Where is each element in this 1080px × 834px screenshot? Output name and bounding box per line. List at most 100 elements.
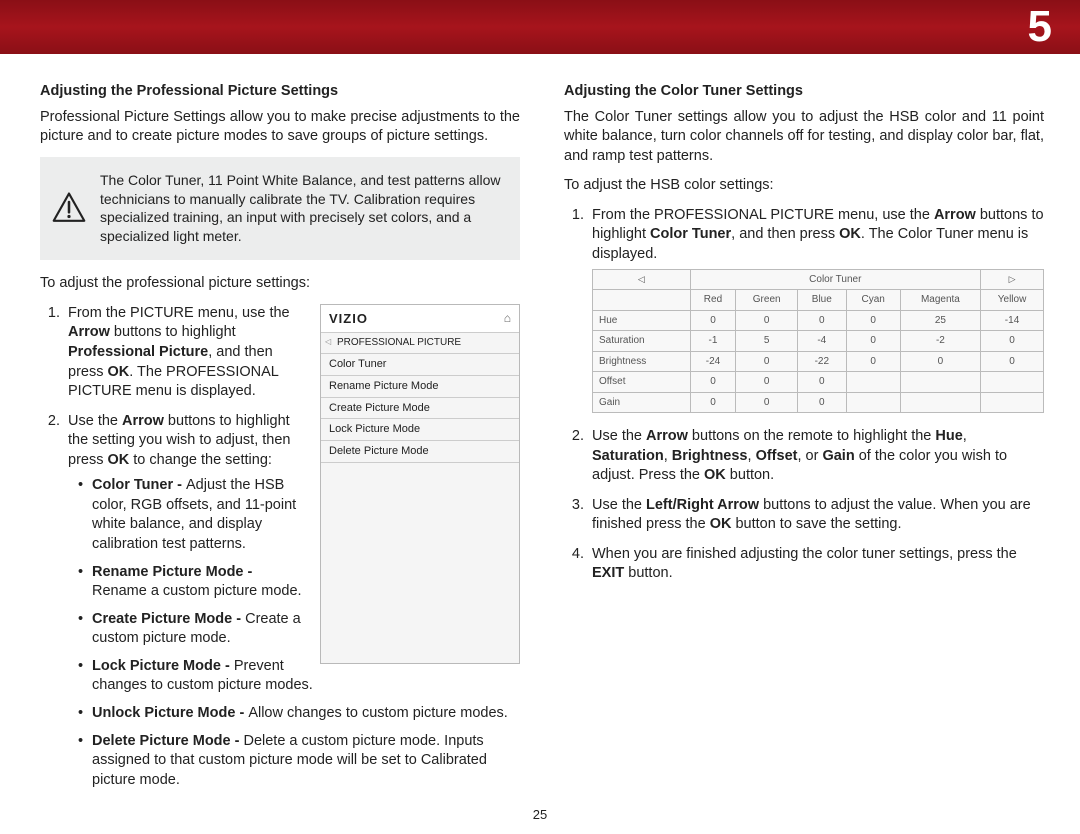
menu-item: Delete Picture Mode [321,441,519,463]
home-icon: ⌂ [504,310,511,326]
right-step-2: Use the Arrow buttons on the remote to h… [588,427,1044,486]
t: From the PROFESSIONAL PICTURE menu, use … [592,207,934,223]
ct-cell [900,372,980,393]
ct-cell: -4 [798,331,847,352]
kw: Left/Right Arrow [646,497,759,513]
ct-cell: -1 [690,331,736,352]
left-step-1: VIZIO ⌂ PROFESSIONAL PICTURE Color Tuner… [64,304,520,402]
kw: Hue [935,428,962,444]
bd: Rename a custom picture mode. [92,583,302,599]
kw: OK [710,516,732,532]
page-body: Adjusting the Professional Picture Setti… [0,54,1080,800]
ct-title: Color Tuner [690,269,980,290]
kw: Brightness [672,448,748,464]
ct-cell: 0 [846,351,900,372]
t: button. [624,565,672,581]
warning-callout: The Color Tuner, 11 Point White Balance,… [40,157,520,261]
right-step-3: Use the Left/Right Arrow buttons to adju… [588,496,1044,535]
menu-brand: VIZIO [329,310,368,328]
ct-cell: 0 [736,392,798,413]
right-step-4: When you are finished adjusting the colo… [588,545,1044,584]
ct-cell: 0 [981,351,1044,372]
ct-cell: 0 [846,331,900,352]
ct-cell: 0 [900,351,980,372]
bt: Lock Picture Mode - [92,658,234,674]
right-step-1: From the PROFESSIONAL PICTURE menu, use … [588,206,1044,413]
t: buttons to highlight [110,324,236,340]
ct-arrow-right-icon: ▷ [981,269,1044,290]
ct-cell: 0 [846,310,900,331]
kw: OK [704,467,726,483]
color-tuner-table: ◁ Color Tuner ▷ Red Green Blue Cyan Mage… [592,269,1044,414]
kw-arrow: Arrow [934,207,976,223]
kw: Offset [756,448,798,464]
warning-icon [52,191,86,225]
ct-cell: 0 [736,351,798,372]
bt: Color Tuner - [92,477,186,493]
right-heading: Adjusting the Color Tuner Settings [564,82,1044,102]
left-bullets: Color Tuner - Adjust the HSB color, RGB … [68,476,520,790]
right-column: Adjusting the Color Tuner Settings The C… [564,82,1044,800]
ct-cell: 0 [798,372,847,393]
ct-cell: 0 [981,331,1044,352]
chapter-number: 5 [1028,2,1052,52]
ct-cell: 0 [690,310,736,331]
bt: Unlock Picture Mode - [92,705,248,721]
menu-crumb: PROFESSIONAL PICTURE [321,333,519,354]
ct-cell: -2 [900,331,980,352]
ct-col: Blue [798,290,847,311]
ct-col: Yellow [981,290,1044,311]
kw-ok: OK [108,364,130,380]
ct-cell: -22 [798,351,847,372]
ct-cell: 0 [798,310,847,331]
bullet: Delete Picture Mode - Delete a custom pi… [78,732,520,791]
t: Use the [592,428,646,444]
ct-cell: 0 [736,372,798,393]
ct-cell: 25 [900,310,980,331]
t: button to save the setting. [731,516,901,532]
t: When you are finished adjusting the colo… [592,546,1017,562]
left-intro: Professional Picture Settings allow you … [40,108,520,147]
menu-item: Lock Picture Mode [321,419,519,441]
kw: EXIT [592,565,624,581]
bullet: Create Picture Mode - Create a custom pi… [78,610,520,649]
ct-cell: 0 [690,392,736,413]
ct-col: Red [690,290,736,311]
ct-arrow-left-icon: ◁ [593,269,691,290]
t: to change the setting: [129,452,272,468]
kw: Saturation [592,448,664,464]
t: Use the [592,497,646,513]
ct-cell [846,392,900,413]
ct-row-label: Saturation [593,331,691,352]
kw-arrow: Arrow [68,324,110,340]
kw: Arrow [646,428,688,444]
kw: Gain [822,448,854,464]
t: Use the [68,413,122,429]
t: button. [726,467,774,483]
t: , and then press [731,226,839,242]
ct-cell: 0 [690,372,736,393]
right-intro: The Color Tuner settings allow you to ad… [564,108,1044,167]
kw-ok: OK [839,226,861,242]
chapter-header: 5 [0,0,1080,54]
t: From the PICTURE menu, use the [68,305,290,321]
ct-cell: 5 [736,331,798,352]
menu-item: Color Tuner [321,354,519,376]
ct-cell: -14 [981,310,1044,331]
left-heading: Adjusting the Professional Picture Setti… [40,82,520,102]
bullet: Color Tuner - Adjust the HSB color, RGB … [78,476,520,554]
menu-item: Create Picture Mode [321,398,519,420]
ct-cell [981,392,1044,413]
bullet: Unlock Picture Mode - Allow changes to c… [78,704,520,724]
ct-cell: 0 [736,310,798,331]
ct-row-label: Brightness [593,351,691,372]
ct-cell: 0 [798,392,847,413]
callout-text: The Color Tuner, 11 Point White Balance,… [100,171,506,247]
ct-row-label: Offset [593,372,691,393]
ct-cell [846,372,900,393]
left-column: Adjusting the Professional Picture Setti… [40,82,520,800]
bt: Delete Picture Mode - [92,733,243,749]
kw-profpic: Professional Picture [68,344,208,360]
right-steps: From the PROFESSIONAL PICTURE menu, use … [564,206,1044,584]
ct-col: Magenta [900,290,980,311]
